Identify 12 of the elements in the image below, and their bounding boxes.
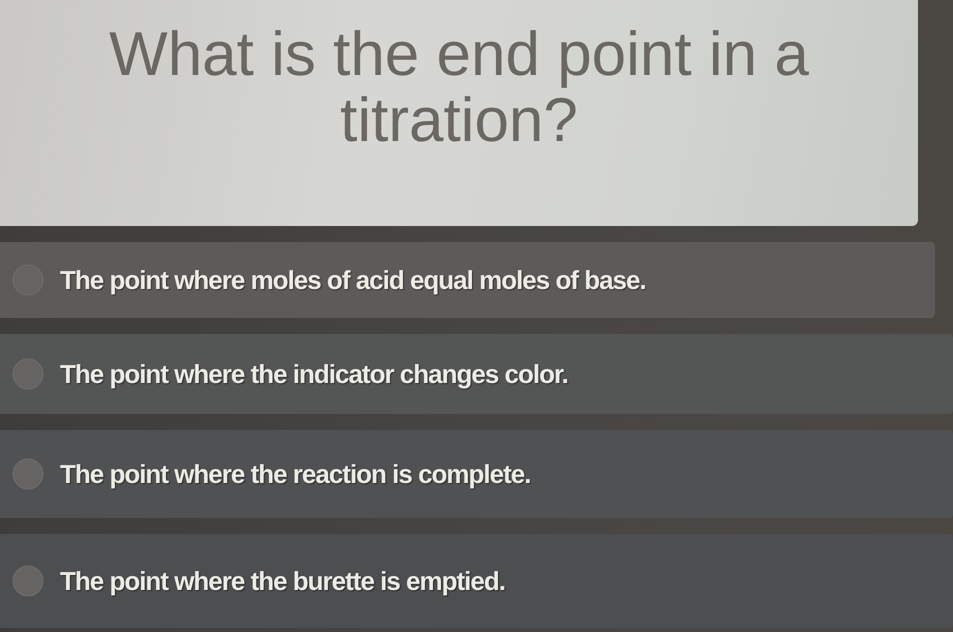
answer-text: The point where the reaction is complete. bbox=[60, 458, 530, 490]
answer-text: The point where the indicator changes color. bbox=[60, 358, 568, 390]
radio-icon bbox=[12, 458, 44, 490]
answer-option[interactable]: The point where the reaction is complete. bbox=[0, 430, 953, 518]
radio-icon bbox=[12, 565, 44, 597]
answer-text: The point where moles of acid equal moles of base. bbox=[60, 264, 646, 296]
answer-text: The point where the burette is emptied. bbox=[60, 566, 505, 596]
question-text: What is the end point in a titration? bbox=[108, 22, 810, 154]
radio-icon bbox=[12, 358, 44, 390]
answer-option[interactable]: The point where the indicator changes color. bbox=[0, 334, 953, 414]
answer-option[interactable]: The point where moles of acid equal moles of base. bbox=[0, 242, 935, 318]
answer-option[interactable]: The point where the burette is emptied. bbox=[0, 534, 953, 628]
